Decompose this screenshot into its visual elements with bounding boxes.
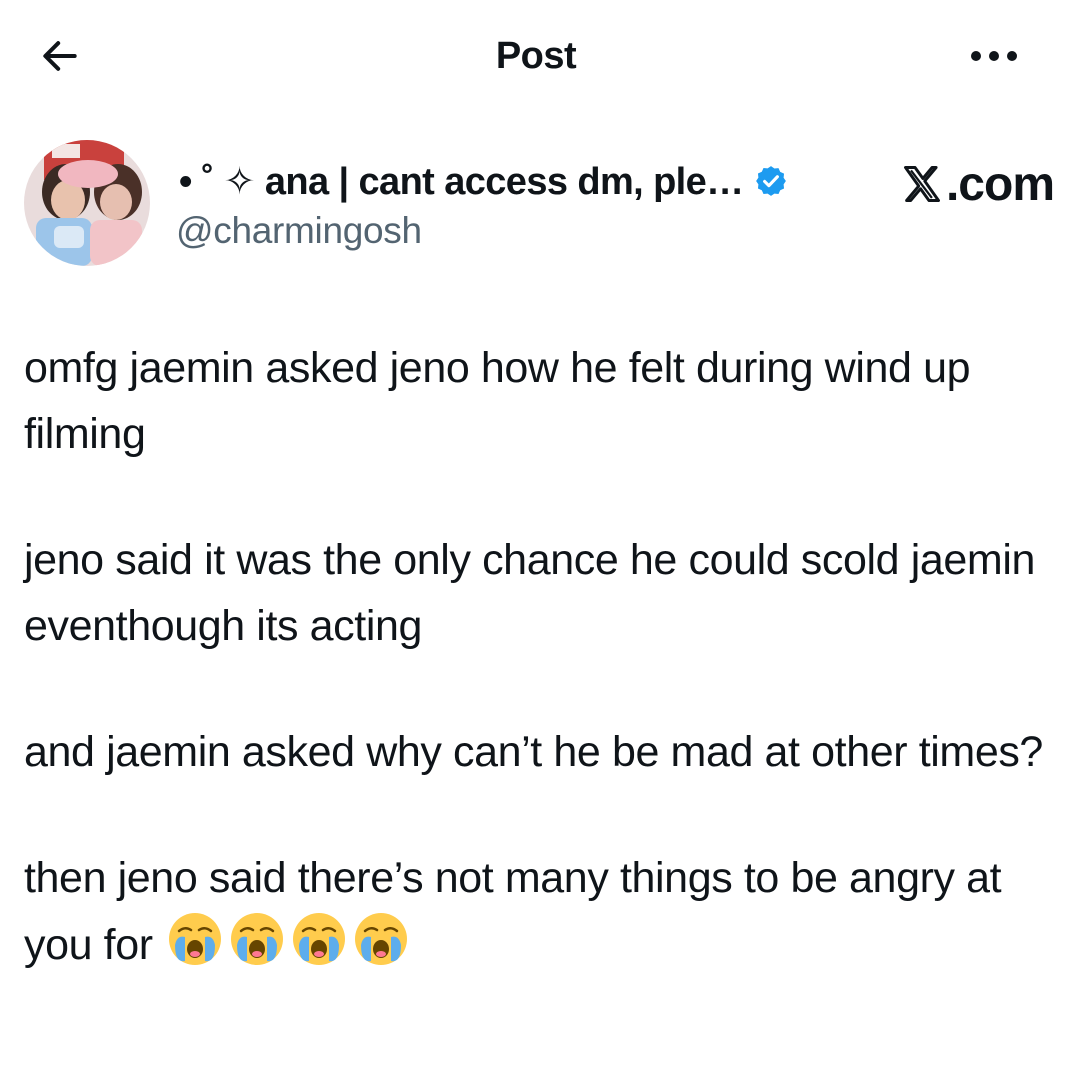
more-button[interactable] — [964, 30, 1024, 82]
post-paragraph-last: then jeno said there’s not many things t… — [24, 845, 1054, 978]
avatar-photo — [24, 140, 150, 266]
verified-badge-icon — [755, 166, 786, 196]
post-author: • ˚ ✧ ana | cant access dm, ple… @charmi… — [24, 140, 1055, 270]
watermark: .com — [900, 156, 1055, 212]
display-name-row[interactable]: • ˚ ✧ ana | cant access dm, ple… — [179, 156, 788, 206]
user-handle[interactable]: @charmingosh — [176, 210, 422, 252]
more-horizontal-icon — [971, 51, 1017, 61]
loudly-crying-face-icon — [354, 913, 407, 965]
emoji-row — [167, 911, 409, 967]
loudly-crying-face-icon — [230, 913, 283, 965]
post-paragraph: jeno said it was the only chance he coul… — [24, 536, 1036, 650]
avatar[interactable] — [24, 140, 150, 266]
display-name: • ˚ ✧ ana | cant access dm, ple… — [179, 160, 744, 203]
loudly-crying-face-icon — [292, 913, 345, 965]
x-logo-icon — [904, 166, 940, 202]
watermark-text: .com — [945, 157, 1055, 211]
top-bar: Post — [0, 0, 1072, 110]
post-paragraph: omfg jaemin asked jeno how he felt durin… — [24, 344, 971, 458]
post-body: omfg jaemin asked jeno how he felt durin… — [24, 335, 1054, 1038]
page-title: Post — [495, 35, 577, 77]
loudly-crying-face-icon — [168, 913, 221, 965]
post-paragraph: and jaemin asked why can’t he be mad at … — [24, 728, 1043, 776]
